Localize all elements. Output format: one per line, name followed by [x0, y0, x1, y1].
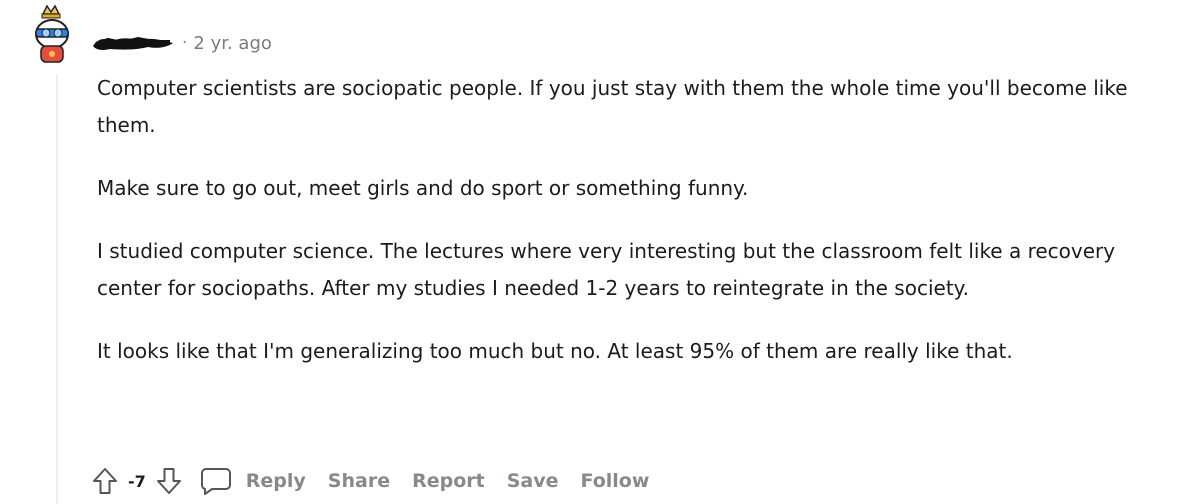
comment-timestamp[interactable]: 2 yr. ago: [193, 33, 272, 54]
follow-button[interactable]: Follow: [581, 470, 650, 492]
comment-body: Computer scientists are sociopatic peopl…: [97, 70, 1157, 396]
vote-count: -7: [128, 471, 146, 491]
comment-header: · 2 yr. ago: [92, 30, 272, 56]
downvote-arrow-icon[interactable]: [156, 466, 182, 496]
report-button[interactable]: Report: [412, 470, 485, 492]
comment-paragraph: Computer scientists are sociopatic peopl…: [97, 76, 1128, 137]
save-button[interactable]: Save: [507, 470, 559, 492]
comment-actions: -7 Reply Share Report Save Follow: [92, 462, 649, 500]
reply-button[interactable]: Reply: [246, 470, 306, 492]
comment-paragraph: Make sure to go out, meet girls and do s…: [97, 176, 749, 200]
comment-paragraph: I studied computer science. The lectures…: [97, 239, 1116, 300]
comment-paragraph: It looks like that I'm generalizing too …: [97, 339, 1013, 363]
share-button[interactable]: Share: [328, 470, 390, 492]
separator-dot: ·: [182, 33, 188, 53]
upvote-arrow-icon[interactable]: [92, 466, 118, 496]
user-avatar[interactable]: [33, 4, 71, 66]
comment-bubble-icon[interactable]: [200, 466, 232, 496]
thread-line[interactable]: [56, 74, 58, 504]
username-redacted[interactable]: [92, 34, 174, 52]
